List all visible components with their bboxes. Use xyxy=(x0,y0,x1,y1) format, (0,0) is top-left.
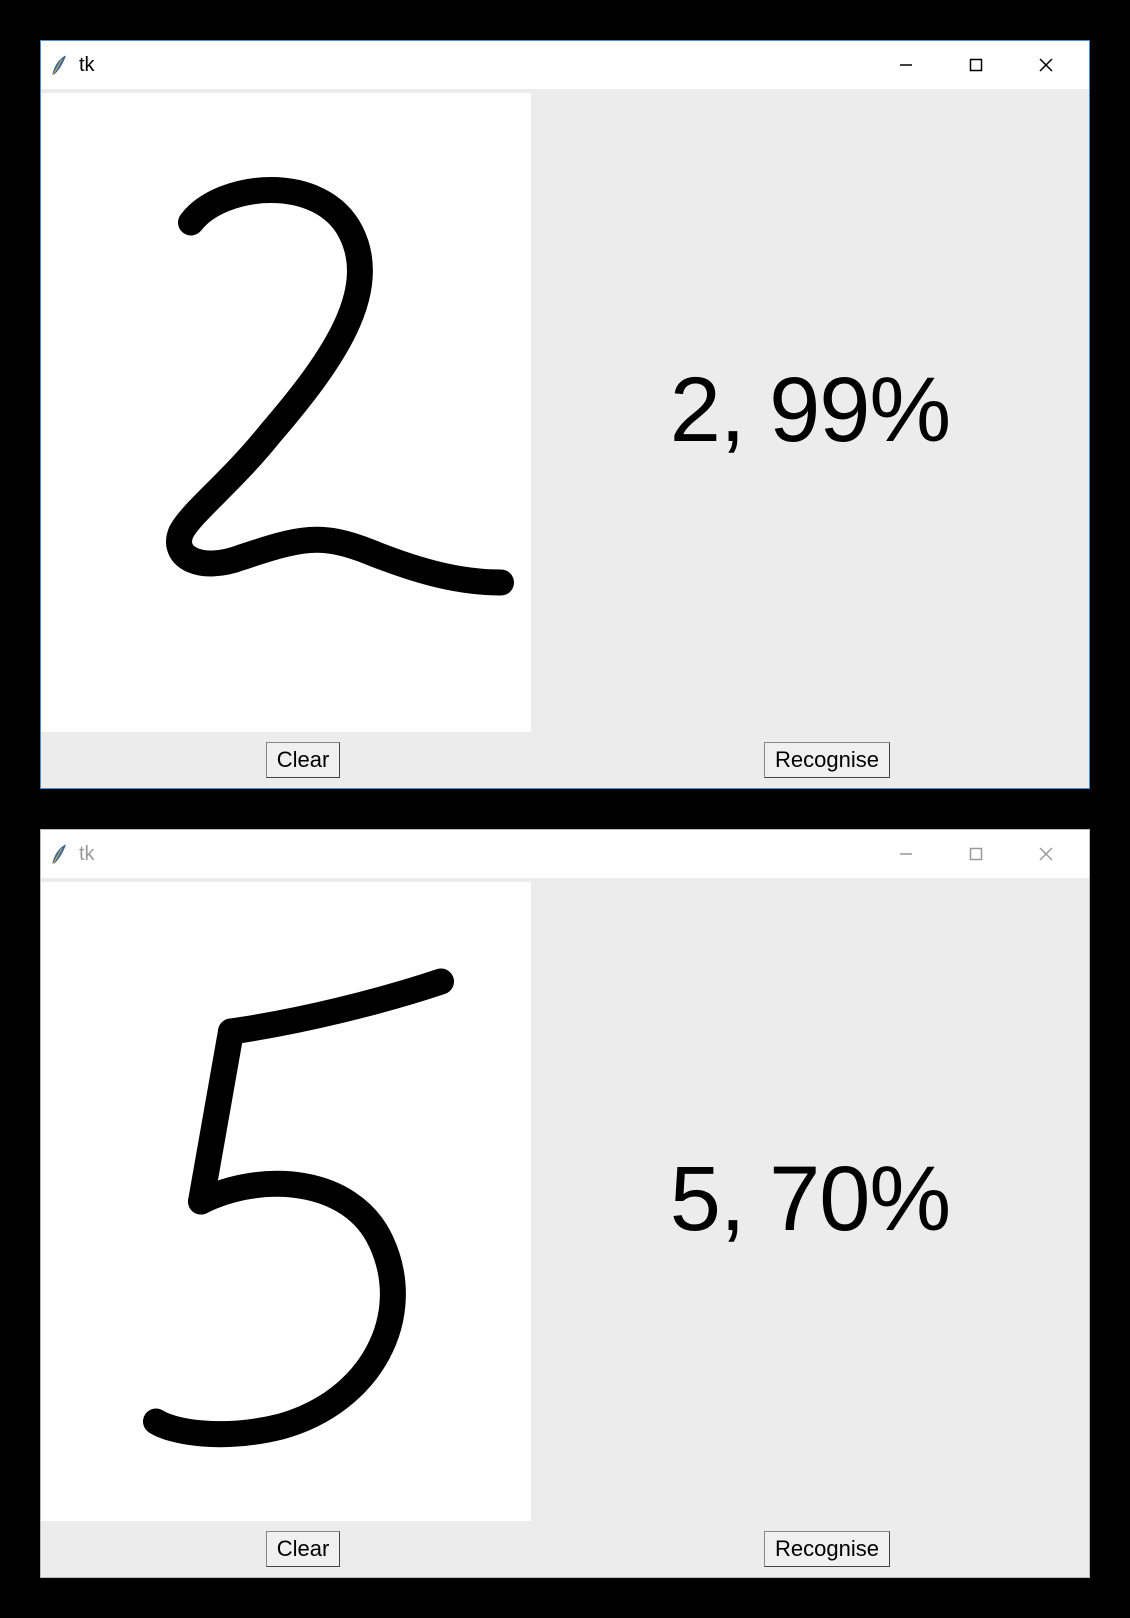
tk-window-1: tk 2, 99% Clear Recog xyxy=(40,40,1090,789)
close-icon xyxy=(1039,58,1053,72)
clear-button[interactable]: Clear xyxy=(266,1531,341,1567)
window-title: tk xyxy=(79,843,95,866)
close-button[interactable] xyxy=(1011,830,1081,878)
maximize-icon xyxy=(969,58,983,72)
window-title: tk xyxy=(79,54,95,77)
maximize-button[interactable] xyxy=(941,830,1011,878)
maximize-icon xyxy=(969,847,983,861)
minimize-icon xyxy=(899,58,913,72)
content-area: 2, 99% Clear Recognise xyxy=(41,89,1089,788)
close-button[interactable] xyxy=(1011,41,1081,89)
recognise-button[interactable]: Recognise xyxy=(764,1531,890,1567)
drawing-canvas[interactable] xyxy=(41,882,531,1521)
titlebar[interactable]: tk xyxy=(41,41,1089,89)
drawn-digit-5 xyxy=(41,882,531,1521)
result-panel: 2, 99% xyxy=(531,89,1089,732)
maximize-button[interactable] xyxy=(941,41,1011,89)
minimize-icon xyxy=(899,847,913,861)
recognise-button[interactable]: Recognise xyxy=(764,742,890,778)
result-panel: 5, 70% xyxy=(531,878,1089,1521)
prediction-label: 2, 99% xyxy=(670,358,950,463)
prediction-label: 5, 70% xyxy=(670,1147,950,1252)
titlebar[interactable]: tk xyxy=(41,830,1089,878)
content-area: 5, 70% Clear Recognise xyxy=(41,878,1089,1577)
tk-feather-icon xyxy=(49,54,71,76)
drawn-digit-2 xyxy=(41,93,531,732)
clear-button[interactable]: Clear xyxy=(266,742,341,778)
drawing-canvas[interactable] xyxy=(41,93,531,732)
close-icon xyxy=(1039,847,1053,861)
minimize-button[interactable] xyxy=(871,830,941,878)
tk-feather-icon xyxy=(49,843,71,865)
minimize-button[interactable] xyxy=(871,41,941,89)
tk-window-2: tk 5, 70% Clear xyxy=(40,829,1090,1578)
